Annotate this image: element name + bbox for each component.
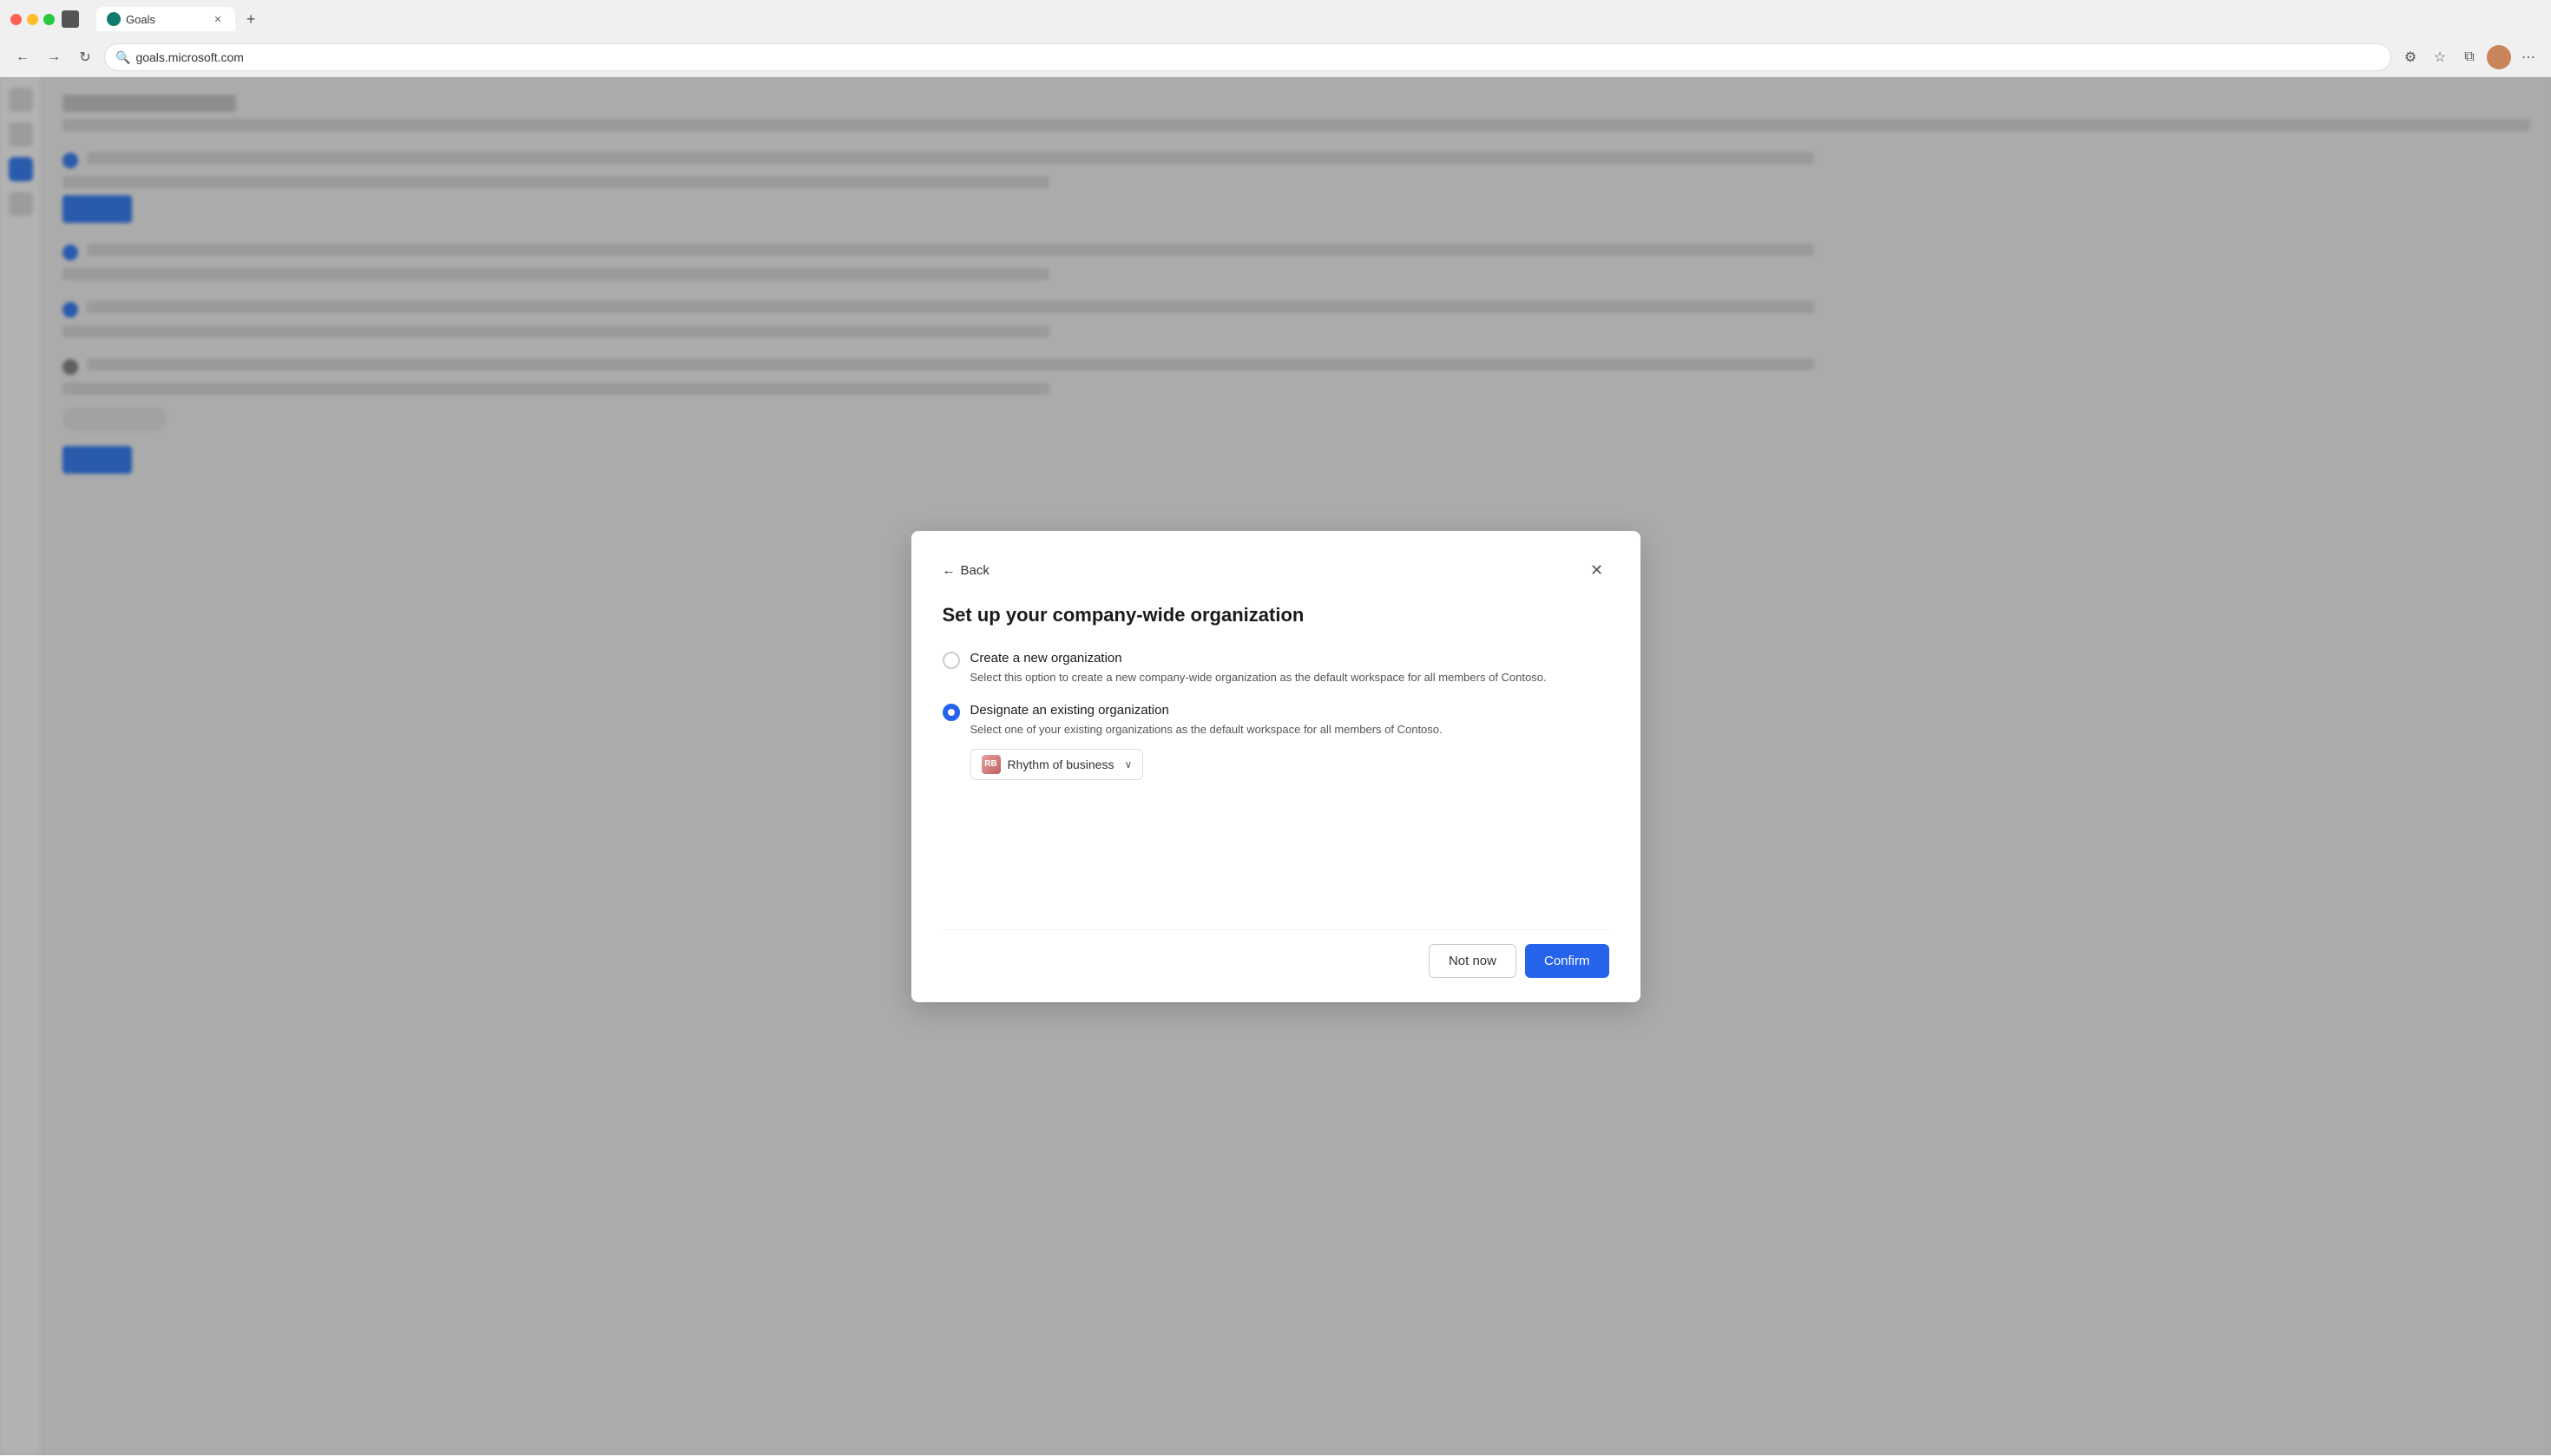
confirm-button[interactable]: Confirm (1525, 944, 1609, 978)
option-create-new-desc: Select this option to create a new compa… (970, 669, 1609, 686)
favorites-icon[interactable]: ☆ (2428, 45, 2452, 69)
minimize-traffic-light[interactable] (27, 14, 38, 25)
maximize-traffic-light[interactable] (43, 14, 55, 25)
active-tab[interactable]: Goals ✕ (96, 7, 235, 31)
close-button[interactable]: ✕ (1585, 559, 1609, 583)
back-button[interactable]: ← (10, 45, 35, 69)
tab-close-button[interactable]: ✕ (211, 12, 225, 26)
option-designate-existing-content: Designate an existing organization Selec… (970, 703, 1609, 780)
option-create-new: Create a new organization Select this op… (943, 651, 1609, 686)
back-arrow-icon: ← (943, 563, 956, 578)
address-text: goals.microsoft.com (135, 50, 243, 64)
tab-favicon (107, 12, 121, 26)
close-traffic-light[interactable] (10, 14, 22, 25)
refresh-button[interactable]: ↻ (73, 45, 97, 69)
close-icon: ✕ (1590, 561, 1603, 580)
address-bar[interactable]: 🔍 goals.microsoft.com (104, 43, 2391, 71)
browser-toolbar: ← → ↻ 🔍 goals.microsoft.com ⚙ ☆ ⧉ ⋯ (0, 38, 2551, 76)
radio-create-new[interactable] (943, 652, 960, 669)
shield-icon[interactable]: ⚙ (2398, 45, 2423, 69)
toolbar-actions: ⚙ ☆ ⧉ ⋯ (2398, 45, 2541, 69)
org-avatar: RB (982, 755, 1001, 774)
new-tab-button[interactable]: + (239, 7, 263, 31)
option-designate-existing-label: Designate an existing organization (970, 703, 1609, 718)
browser-titlebar: Goals ✕ + (0, 0, 2551, 38)
modal-header: ← Back ✕ (943, 559, 1609, 583)
collections-icon[interactable]: ⧉ (2457, 45, 2482, 69)
modal-footer: Not now Confirm (943, 929, 1609, 978)
option-designate-existing: Designate an existing organization Selec… (943, 703, 1609, 780)
radio-designate-existing[interactable] (943, 704, 960, 721)
modal-dialog: ← Back ✕ Set up your company-wide organi… (911, 531, 1640, 1002)
option-designate-existing-desc: Select one of your existing organization… (970, 721, 1609, 738)
back-button[interactable]: ← Back (943, 563, 989, 578)
org-dropdown[interactable]: RB Rhythm of business ∨ (970, 749, 1144, 780)
modal-overlay: ← Back ✕ Set up your company-wide organi… (0, 77, 2551, 1455)
browser-tabs: Goals ✕ + (96, 7, 2541, 31)
not-now-button[interactable]: Not now (1429, 944, 1516, 978)
tab-title: Goals (126, 13, 155, 26)
browser-chrome: Goals ✕ + ← → ↻ 🔍 goals.microsoft.com ⚙ (0, 0, 2551, 77)
profile-avatar[interactable] (2487, 45, 2511, 69)
modal-spacer (943, 797, 1609, 902)
chevron-down-icon: ∨ (1124, 758, 1132, 771)
org-name: Rhythm of business (1008, 758, 1114, 771)
back-label: Back (961, 563, 989, 578)
modal-title: Set up your company-wide organization (943, 604, 1609, 626)
traffic-lights (10, 14, 55, 25)
page-content-area: ← Back ✕ Set up your company-wide organi… (0, 77, 2551, 1455)
option-create-new-content: Create a new organization Select this op… (970, 651, 1609, 686)
option-create-new-label: Create a new organization (970, 651, 1609, 666)
sidebar-toggle-icon[interactable] (62, 10, 79, 28)
search-icon: 🔍 (115, 50, 130, 65)
more-icon[interactable]: ⋯ (2516, 45, 2541, 69)
forward-button[interactable]: → (42, 45, 66, 69)
